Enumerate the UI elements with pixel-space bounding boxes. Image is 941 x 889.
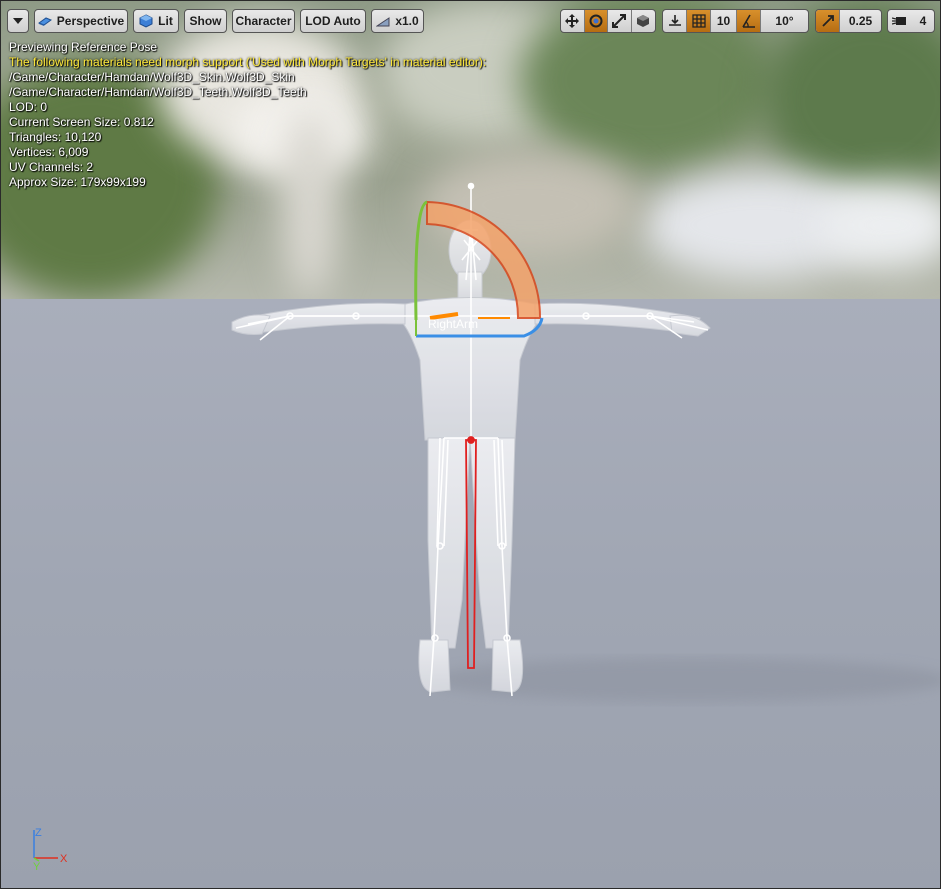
speed-icon — [376, 17, 390, 27]
scale-snap-group: 0.25 — [815, 9, 882, 33]
character-button[interactable]: Character — [232, 9, 295, 33]
morph-warning-text: The following materials need morph suppo… — [9, 55, 487, 69]
scale-snap-icon — [821, 15, 834, 27]
grid-icon — [691, 14, 706, 28]
viewport[interactable]: RightArm Previewing Reference Pose The f… — [0, 0, 941, 889]
viewport-info-overlay: Previewing Reference Pose The following … — [9, 40, 486, 190]
bone-name-label: RightArm — [428, 317, 478, 331]
scale-snap-value[interactable]: 0.25 — [840, 10, 881, 32]
material-path-2: /Game/Character/Hamdan/Wolf3D_Teeth.Wolf… — [9, 85, 307, 99]
surface-snap-icon — [668, 15, 681, 26]
lit-label: Lit — [158, 14, 173, 28]
speed-label: x1.0 — [395, 14, 419, 28]
perspective-label: Perspective — [56, 14, 125, 28]
lod-label: LOD Auto — [305, 14, 361, 28]
z-axis-label: Z — [35, 827, 42, 839]
scale-mode-button[interactable] — [608, 10, 632, 32]
viewport-options-dropdown[interactable] — [7, 9, 29, 33]
lod-button[interactable]: LOD Auto — [300, 9, 366, 33]
material-path-1: /Game/Character/Hamdan/Wolf3D_Skin.Wolf3… — [9, 70, 295, 84]
camera-icon — [892, 17, 906, 25]
triangles-stat: Triangles: 10,120 — [9, 130, 102, 144]
chevron-down-icon — [13, 18, 23, 24]
rotate-icon — [589, 14, 603, 28]
lit-sphere-icon — [139, 14, 153, 28]
preview-pose-text: Previewing Reference Pose — [9, 40, 158, 54]
playback-speed-button[interactable]: x1.0 — [371, 9, 424, 33]
camera-speed-group[interactable]: 4 — [887, 9, 935, 33]
transform-mode-group — [560, 9, 656, 33]
grid-snap-toggle[interactable] — [687, 10, 711, 32]
angle-icon — [741, 14, 755, 28]
grid-snap-value[interactable]: 10 — [711, 10, 737, 32]
character-label: Character — [235, 14, 292, 28]
camera-speed-icon-cell — [888, 10, 912, 32]
y-axis-label: Y — [33, 861, 41, 873]
show-label: Show — [189, 14, 222, 28]
lod-stat: LOD: 0 — [9, 100, 48, 114]
coordinate-space-button[interactable] — [632, 10, 655, 32]
uv-channels-stat: UV Channels: 2 — [9, 160, 94, 174]
rotate-mode-button[interactable] — [584, 10, 608, 32]
translate-mode-button[interactable] — [561, 10, 585, 32]
scale-snap-toggle[interactable] — [816, 10, 840, 32]
snap-settings-group: 10 10° — [662, 9, 809, 33]
rotation-snap-toggle[interactable] — [737, 10, 761, 32]
lit-button[interactable]: Lit — [133, 9, 179, 33]
approx-size-stat: Approx Size: 179x99x199 — [9, 175, 146, 189]
rotation-snap-value[interactable]: 10° — [761, 10, 808, 32]
x-axis-label: X — [60, 853, 68, 865]
screen-size-stat: Current Screen Size: 0.812 — [9, 115, 154, 129]
world-axes-indicator: Z X Y — [33, 827, 68, 873]
scale-icon — [612, 14, 627, 28]
local-space-cube-icon — [637, 15, 650, 27]
move-arrows-icon — [565, 14, 580, 28]
vertices-stat: Vertices: 6,009 — [9, 145, 89, 159]
surface-snap-button[interactable] — [663, 10, 687, 32]
perspective-cube-icon — [37, 17, 52, 26]
show-button[interactable]: Show — [184, 9, 227, 33]
camera-speed-value: 4 — [919, 14, 927, 28]
perspective-button[interactable]: Perspective — [34, 9, 128, 33]
